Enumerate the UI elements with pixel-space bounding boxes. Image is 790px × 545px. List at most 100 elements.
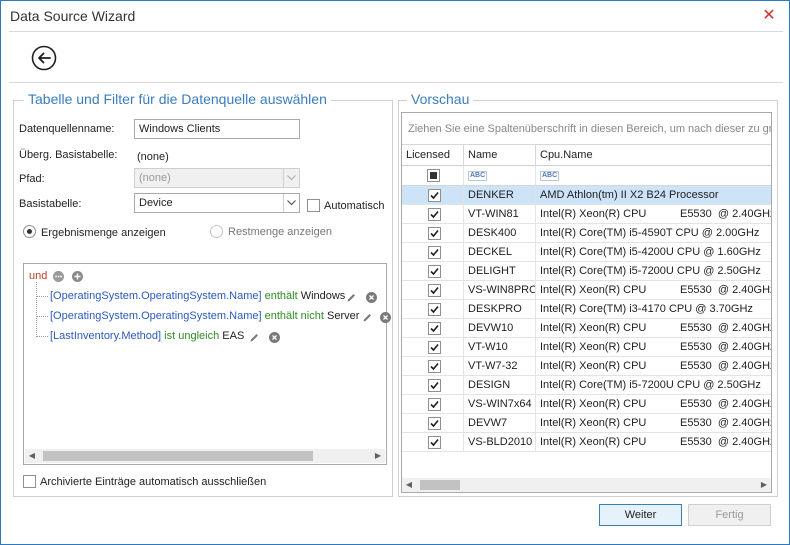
rest-set-radio[interactable] — [210, 225, 223, 238]
more-options-icon[interactable] — [53, 271, 64, 282]
licensed-checkbox[interactable] — [428, 284, 441, 297]
licensed-checkbox[interactable] — [428, 189, 441, 202]
condition-field[interactable]: [OperatingSystem.OperatingSystem.Name] — [50, 310, 262, 322]
filter-condition[interactable]: [OperatingSystem.OperatingSystem.Name] e… — [50, 290, 345, 302]
cpu-name-cell[interactable]: Intel(R) Xeon(R) CPU E5530 @ 2.40GHz — [536, 414, 771, 433]
table-row[interactable]: DEVW7 Intel(R) Xeon(R) CPU E5530 @ 2.40GH… — [402, 414, 771, 433]
licensed-checkbox[interactable] — [428, 398, 441, 411]
licensed-cell[interactable] — [402, 319, 464, 338]
grid-horizontal-scrollbar[interactable]: ◀ ▶ — [402, 478, 771, 492]
close-icon[interactable]: ✕ — [759, 7, 779, 25]
finish-button[interactable]: Fertig — [688, 504, 771, 526]
cpu-name-cell[interactable]: Intel(R) Core(TM) i3-4170 CPU @ 3.70GHz — [536, 300, 771, 319]
base-table-dropdown-button[interactable] — [283, 194, 299, 212]
cpu-name-cell[interactable]: Intel(R) Core(TM) i5-7200U CPU @ 2.50GHz — [536, 262, 771, 281]
remove-condition-icon[interactable] — [380, 312, 391, 323]
automatic-checkbox[interactable] — [307, 199, 320, 212]
filter-cell-cpu-name[interactable]: ABC — [536, 166, 771, 186]
licensed-checkbox[interactable] — [428, 436, 441, 449]
table-row[interactable]: VT-WIN81 Intel(R) Xeon(R) CPU E5530 @ 2.4… — [402, 205, 771, 224]
licensed-cell[interactable] — [402, 414, 464, 433]
cpu-name-cell[interactable]: Intel(R) Core(TM) i5-4200U CPU @ 1.60GHz — [536, 243, 771, 262]
licensed-checkbox[interactable] — [428, 303, 441, 316]
column-header-name[interactable]: Name — [464, 145, 536, 166]
cpu-name-cell[interactable]: Intel(R) Xeon(R) CPU E5530 @ 2.40GHz — [536, 338, 771, 357]
filter-indeterminate-checkbox[interactable] — [427, 169, 440, 182]
licensed-cell[interactable] — [402, 376, 464, 395]
back-arrow-icon[interactable] — [31, 45, 57, 71]
licensed-checkbox[interactable] — [428, 227, 441, 240]
licensed-checkbox[interactable] — [428, 360, 441, 373]
condition-operator[interactable]: enthält nicht — [265, 310, 324, 322]
cpu-name-cell[interactable]: Intel(R) Xeon(R) CPU E5530 @ 2.40GHz — [536, 357, 771, 376]
licensed-cell[interactable] — [402, 357, 464, 376]
table-row[interactable]: DESKPRO Intel(R) Core(TM) i3-4170 CPU @ 3… — [402, 300, 771, 319]
licensed-checkbox[interactable] — [428, 265, 441, 278]
preview-grid[interactable]: Ziehen Sie eine Spaltenüberschrift in di… — [401, 112, 772, 493]
filter-editor[interactable]: und [OperatingSystem.OperatingSystem.Nam… — [23, 263, 391, 465]
cpu-name-cell[interactable]: Intel(R) Xeon(R) CPU E5530 @ 2.40GHz — [536, 395, 771, 414]
add-condition-icon[interactable] — [72, 271, 83, 282]
licensed-checkbox[interactable] — [428, 341, 441, 354]
name-cell[interactable]: VS-WIN8PRO — [464, 281, 536, 300]
licensed-cell[interactable] — [402, 395, 464, 414]
scroll-right-icon[interactable]: ▶ — [757, 478, 771, 492]
filter-condition[interactable]: [LastInventory.Method] ist ungleich EAS — [50, 330, 244, 342]
filter-group-operator[interactable]: und — [29, 270, 47, 282]
group-by-panel[interactable]: Ziehen Sie eine Spaltenüberschrift in di… — [402, 113, 771, 145]
licensed-cell[interactable] — [402, 243, 464, 262]
licensed-cell[interactable] — [402, 433, 464, 452]
filter-condition[interactable]: [OperatingSystem.OperatingSystem.Name] e… — [50, 310, 359, 322]
name-cell[interactable]: DELIGHT — [464, 262, 536, 281]
edit-pencil-icon[interactable] — [346, 292, 357, 303]
table-row[interactable]: VT-W10 Intel(R) Xeon(R) CPU E5530 @ 2.40G… — [402, 338, 771, 357]
edit-pencil-icon[interactable] — [249, 332, 260, 343]
condition-field[interactable]: [LastInventory.Method] — [50, 330, 161, 342]
licensed-checkbox[interactable] — [428, 322, 441, 335]
licensed-cell[interactable] — [402, 338, 464, 357]
cpu-name-cell[interactable]: Intel(R) Xeon(R) CPU E5530 @ 2.40GHz — [536, 205, 771, 224]
scrollbar-thumb[interactable] — [420, 480, 460, 490]
table-row[interactable]: VS-WIN7x64 Intel(R) Xeon(R) CPU E5530 @ 2… — [402, 395, 771, 414]
column-header-cpu-name[interactable]: Cpu.Name — [536, 145, 771, 166]
licensed-checkbox[interactable] — [428, 246, 441, 259]
name-cell[interactable]: DEVW7 — [464, 414, 536, 433]
licensed-cell[interactable] — [402, 205, 464, 224]
condition-operator[interactable]: enthält — [265, 290, 298, 302]
name-cell[interactable]: VT-W7-32 — [464, 357, 536, 376]
name-cell[interactable]: DESKPRO — [464, 300, 536, 319]
condition-operator[interactable]: ist ungleich — [164, 330, 219, 342]
licensed-cell[interactable] — [402, 186, 464, 205]
scroll-left-icon[interactable]: ◀ — [402, 478, 416, 492]
table-row[interactable]: DENKER AMD Athlon(tm) II X2 B24 Processor — [402, 186, 771, 205]
next-button[interactable]: Weiter — [599, 504, 682, 526]
table-row[interactable]: VT-W7-32 Intel(R) Xeon(R) CPU E5530 @ 2.4… — [402, 357, 771, 376]
scroll-right-icon[interactable]: ▶ — [371, 449, 385, 463]
table-row[interactable]: DELIGHT Intel(R) Core(TM) i5-7200U CPU @ … — [402, 262, 771, 281]
table-row[interactable]: DESK400 Intel(R) Core(TM) i5-4590T CPU @ … — [402, 224, 771, 243]
cpu-name-cell[interactable]: Intel(R) Core(TM) i5-4590T CPU @ 2.00GHz — [536, 224, 771, 243]
name-cell[interactable]: DESK400 — [464, 224, 536, 243]
table-row[interactable]: VS-WIN8PRO Intel(R) Xeon(R) CPU E5530 @ 2… — [402, 281, 771, 300]
cpu-name-cell[interactable]: Intel(R) Xeon(R) CPU E5530 @ 2.40GHz — [536, 433, 771, 452]
cpu-name-cell[interactable]: Intel(R) Core(TM) i5-7200U CPU @ 2.50GHz — [536, 376, 771, 395]
name-cell[interactable]: VS-BLD2010 — [464, 433, 536, 452]
result-set-radio[interactable] — [23, 225, 36, 238]
filter-horizontal-scrollbar[interactable]: ◀ ▶ — [25, 449, 385, 463]
condition-value[interactable]: Server — [327, 310, 359, 322]
name-cell[interactable]: DECKEL — [464, 243, 536, 262]
cpu-name-cell[interactable]: Intel(R) Xeon(R) CPU E5530 @ 2.40GHz — [536, 281, 771, 300]
exclude-archived-checkbox[interactable] — [23, 475, 36, 488]
filter-cell-name[interactable]: ABC — [464, 166, 536, 186]
scroll-left-icon[interactable]: ◀ — [25, 449, 39, 463]
name-cell[interactable]: DESIGN — [464, 376, 536, 395]
cpu-name-cell[interactable]: AMD Athlon(tm) II X2 B24 Processor — [536, 186, 771, 205]
base-table-dropdown[interactable]: Device — [134, 193, 300, 213]
licensed-checkbox[interactable] — [428, 417, 441, 430]
licensed-cell[interactable] — [402, 281, 464, 300]
licensed-checkbox[interactable] — [428, 379, 441, 392]
edit-pencil-icon[interactable] — [362, 312, 373, 323]
table-row[interactable]: DECKEL Intel(R) Core(TM) i5-4200U CPU @ 1… — [402, 243, 771, 262]
column-header-licensed[interactable]: Licensed — [402, 145, 464, 166]
name-cell[interactable]: DENKER — [464, 186, 536, 205]
